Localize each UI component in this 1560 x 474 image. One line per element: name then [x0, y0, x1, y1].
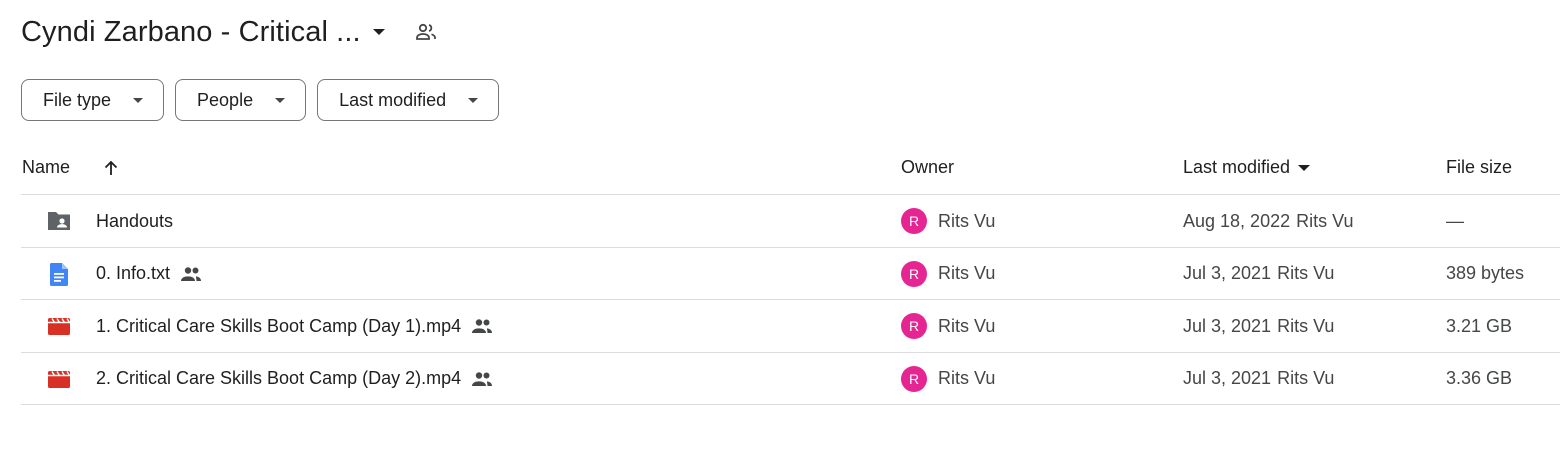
arrow-drop-down-icon[interactable]	[372, 29, 385, 35]
column-header-name[interactable]: Name	[22, 141, 70, 194]
file-row[interactable]: Handouts R Rits Vu Aug 18, 2022 Rits Vu …	[21, 195, 1560, 248]
arrow-drop-down-icon	[1298, 164, 1311, 171]
shared-folder-icon	[45, 195, 73, 247]
file-size: 3.21 GB	[1446, 315, 1513, 336]
avatar: R	[901, 313, 927, 339]
last-modified-filter[interactable]: Last modified	[317, 79, 500, 121]
filter-chips: File type People Last modified	[21, 79, 500, 121]
arrow-drop-down-icon	[133, 97, 144, 103]
avatar: R	[901, 208, 927, 234]
modified-by: Rits Vu	[1277, 263, 1335, 283]
filter-label: People	[197, 89, 254, 110]
owner-cell: R Rits Vu	[901, 195, 995, 247]
file-row[interactable]: 1. Critical Care Skills Boot Camp (Day 1…	[21, 300, 1560, 353]
filter-label: File type	[43, 89, 112, 110]
modified-by: Rits Vu	[1277, 315, 1335, 336]
column-header-owner: Owner	[901, 157, 955, 177]
owner-cell: R Rits Vu	[901, 300, 995, 352]
file-size: 3.36 GB	[1446, 368, 1513, 388]
owner-name: Rits Vu	[938, 315, 996, 336]
owner-name: Rits Vu	[938, 368, 996, 388]
video-icon	[45, 300, 73, 352]
people-icon	[471, 318, 493, 334]
folder-title[interactable]: Cyndi Zarbano - Critical ...	[21, 16, 361, 49]
people-filter[interactable]: People	[175, 79, 307, 121]
last-modified-cell: Jul 3, 2021 Rits Vu	[1183, 353, 1334, 405]
modified-date: Jul 3, 2021	[1183, 263, 1272, 283]
people-outline-icon[interactable]	[413, 19, 439, 45]
file-row[interactable]: 2. Critical Care Skills Boot Camp (Day 2…	[21, 353, 1560, 405]
file-name: Handouts	[96, 195, 173, 247]
modified-date: Jul 3, 2021	[1183, 315, 1272, 336]
avatar: R	[901, 365, 927, 392]
filter-label: Last modified	[339, 89, 447, 110]
file-size: —	[1446, 210, 1464, 231]
column-header-file-size[interactable]: File size	[1446, 141, 1512, 194]
file-list: Handouts R Rits Vu Aug 18, 2022 Rits Vu …	[21, 195, 1560, 405]
owner-name: Rits Vu	[938, 263, 996, 283]
file-name-label: 1. Critical Care Skills Boot Camp (Day 1…	[96, 315, 462, 336]
file-name: 1. Critical Care Skills Boot Camp (Day 1…	[96, 300, 493, 352]
document-icon	[45, 248, 73, 300]
last-modified-cell: Jul 3, 2021 Rits Vu	[1183, 300, 1334, 352]
modified-date: Aug 18, 2022	[1183, 210, 1291, 231]
modified-by: Rits Vu	[1277, 368, 1335, 388]
arrow-drop-down-icon	[275, 97, 286, 103]
arrow-drop-down-icon	[468, 97, 479, 103]
file-name: 0. Info.txt	[96, 248, 202, 300]
arrow-upward-icon[interactable]	[100, 141, 122, 194]
people-icon	[471, 371, 493, 387]
people-icon	[180, 266, 202, 282]
file-type-filter[interactable]: File type	[21, 79, 165, 121]
column-header-last-modified-label: Last modified	[1183, 157, 1291, 177]
modified-date: Jul 3, 2021	[1183, 368, 1272, 388]
file-name: 2. Critical Care Skills Boot Camp (Day 2…	[96, 353, 493, 405]
last-modified-cell: Jul 3, 2021 Rits Vu	[1183, 248, 1334, 300]
column-header-last-modified[interactable]: Last modified	[1183, 141, 1311, 194]
file-size: 389 bytes	[1446, 263, 1525, 283]
file-row[interactable]: 0. Info.txt R Rits Vu Jul 3, 2021 Rits V…	[21, 248, 1560, 300]
file-name-label: 2. Critical Care Skills Boot Camp (Day 2…	[96, 368, 462, 388]
folder-title-bar: Cyndi Zarbano - Critical ...	[21, 12, 439, 52]
file-name-label: 0. Info.txt	[96, 263, 171, 283]
avatar: R	[901, 260, 927, 287]
owner-cell: R Rits Vu	[901, 353, 995, 405]
owner-cell: R Rits Vu	[901, 248, 995, 300]
owner-name: Rits Vu	[938, 210, 996, 231]
modified-by: Rits Vu	[1296, 210, 1354, 231]
file-name-label: Handouts	[96, 210, 174, 231]
video-icon	[45, 353, 73, 405]
last-modified-cell: Aug 18, 2022 Rits Vu	[1183, 195, 1353, 247]
file-list-header: Name Owner Last modified File size	[21, 141, 1560, 195]
